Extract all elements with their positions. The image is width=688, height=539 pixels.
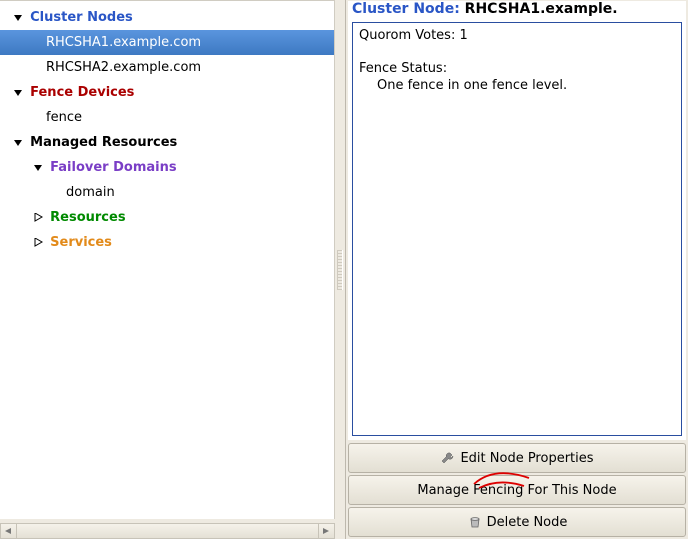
tree-cluster-nodes[interactable]: Cluster Nodes [0,5,334,30]
fence-status-value: One fence in one fence level. [359,77,675,94]
tree-item-label: RHCSHA2.example.com [46,60,201,75]
quorum-votes: Quorom Votes: 1 [359,27,675,44]
manage-fencing-button[interactable]: Manage Fencing For This Node [348,475,686,505]
tree-item-label: domain [66,185,115,200]
button-label: Edit Node Properties [460,451,593,466]
tree-managed-resources[interactable]: Managed Resources [0,130,334,155]
expand-icon[interactable] [10,80,26,105]
collapse-icon[interactable] [30,230,46,255]
tree-label: Fence Devices [30,85,134,100]
tree-fence-devices[interactable]: Fence Devices [0,80,334,105]
scroll-track[interactable] [17,524,318,538]
tree-item-label: RHCSHA1.example.com [46,35,201,50]
expand-icon[interactable] [30,155,46,180]
node-action-buttons: Edit Node Properties Manage Fencing For … [346,440,688,539]
tree-label: Managed Resources [30,135,177,150]
expand-icon[interactable] [10,130,26,155]
scroll-left-icon[interactable] [1,524,17,538]
expand-icon[interactable] [10,5,26,30]
tree-item-label: fence [46,110,82,125]
tree-fence-item[interactable]: fence [0,105,334,130]
tree-failover-domains[interactable]: Failover Domains [0,155,334,180]
button-label: Delete Node [487,515,568,530]
horizontal-scrollbar[interactable] [0,523,335,539]
tree-node-rhcsha2[interactable]: RHCSHA2.example.com [0,55,334,80]
detail-header-value: RHCSHA1.example. [465,1,618,17]
tree-label: Failover Domains [50,160,176,175]
tree-label: Services [50,235,112,250]
delete-node-button[interactable]: Delete Node [348,507,686,537]
tree-services[interactable]: Services [0,230,334,255]
splitter-grip-icon [337,250,343,290]
tree-label: Cluster Nodes [30,10,133,25]
tree-label: Resources [50,210,125,225]
scroll-right-icon[interactable] [318,524,334,538]
cluster-tree: Cluster Nodes RHCSHA1.example.com RHCSHA… [0,0,335,519]
edit-node-properties-button[interactable]: Edit Node Properties [348,443,686,473]
fence-status-label: Fence Status: [359,60,675,77]
tree-node-rhcsha1[interactable]: RHCSHA1.example.com [0,30,334,55]
button-label: Manage Fencing For This Node [417,483,616,498]
detail-header: Cluster Node: RHCSHA1.example. [348,1,686,22]
node-detail-panel: Cluster Node: RHCSHA1.example. Quorom Vo… [348,1,686,440]
wrench-icon [440,450,456,466]
tree-resources[interactable]: Resources [0,205,334,230]
detail-header-label: Cluster Node: [352,1,465,17]
detail-info-box: Quorom Votes: 1 Fence Status: One fence … [352,22,682,436]
pane-splitter[interactable] [335,0,345,539]
collapse-icon[interactable] [30,205,46,230]
tree-domain-item[interactable]: domain [0,180,334,205]
trash-icon [467,514,483,530]
